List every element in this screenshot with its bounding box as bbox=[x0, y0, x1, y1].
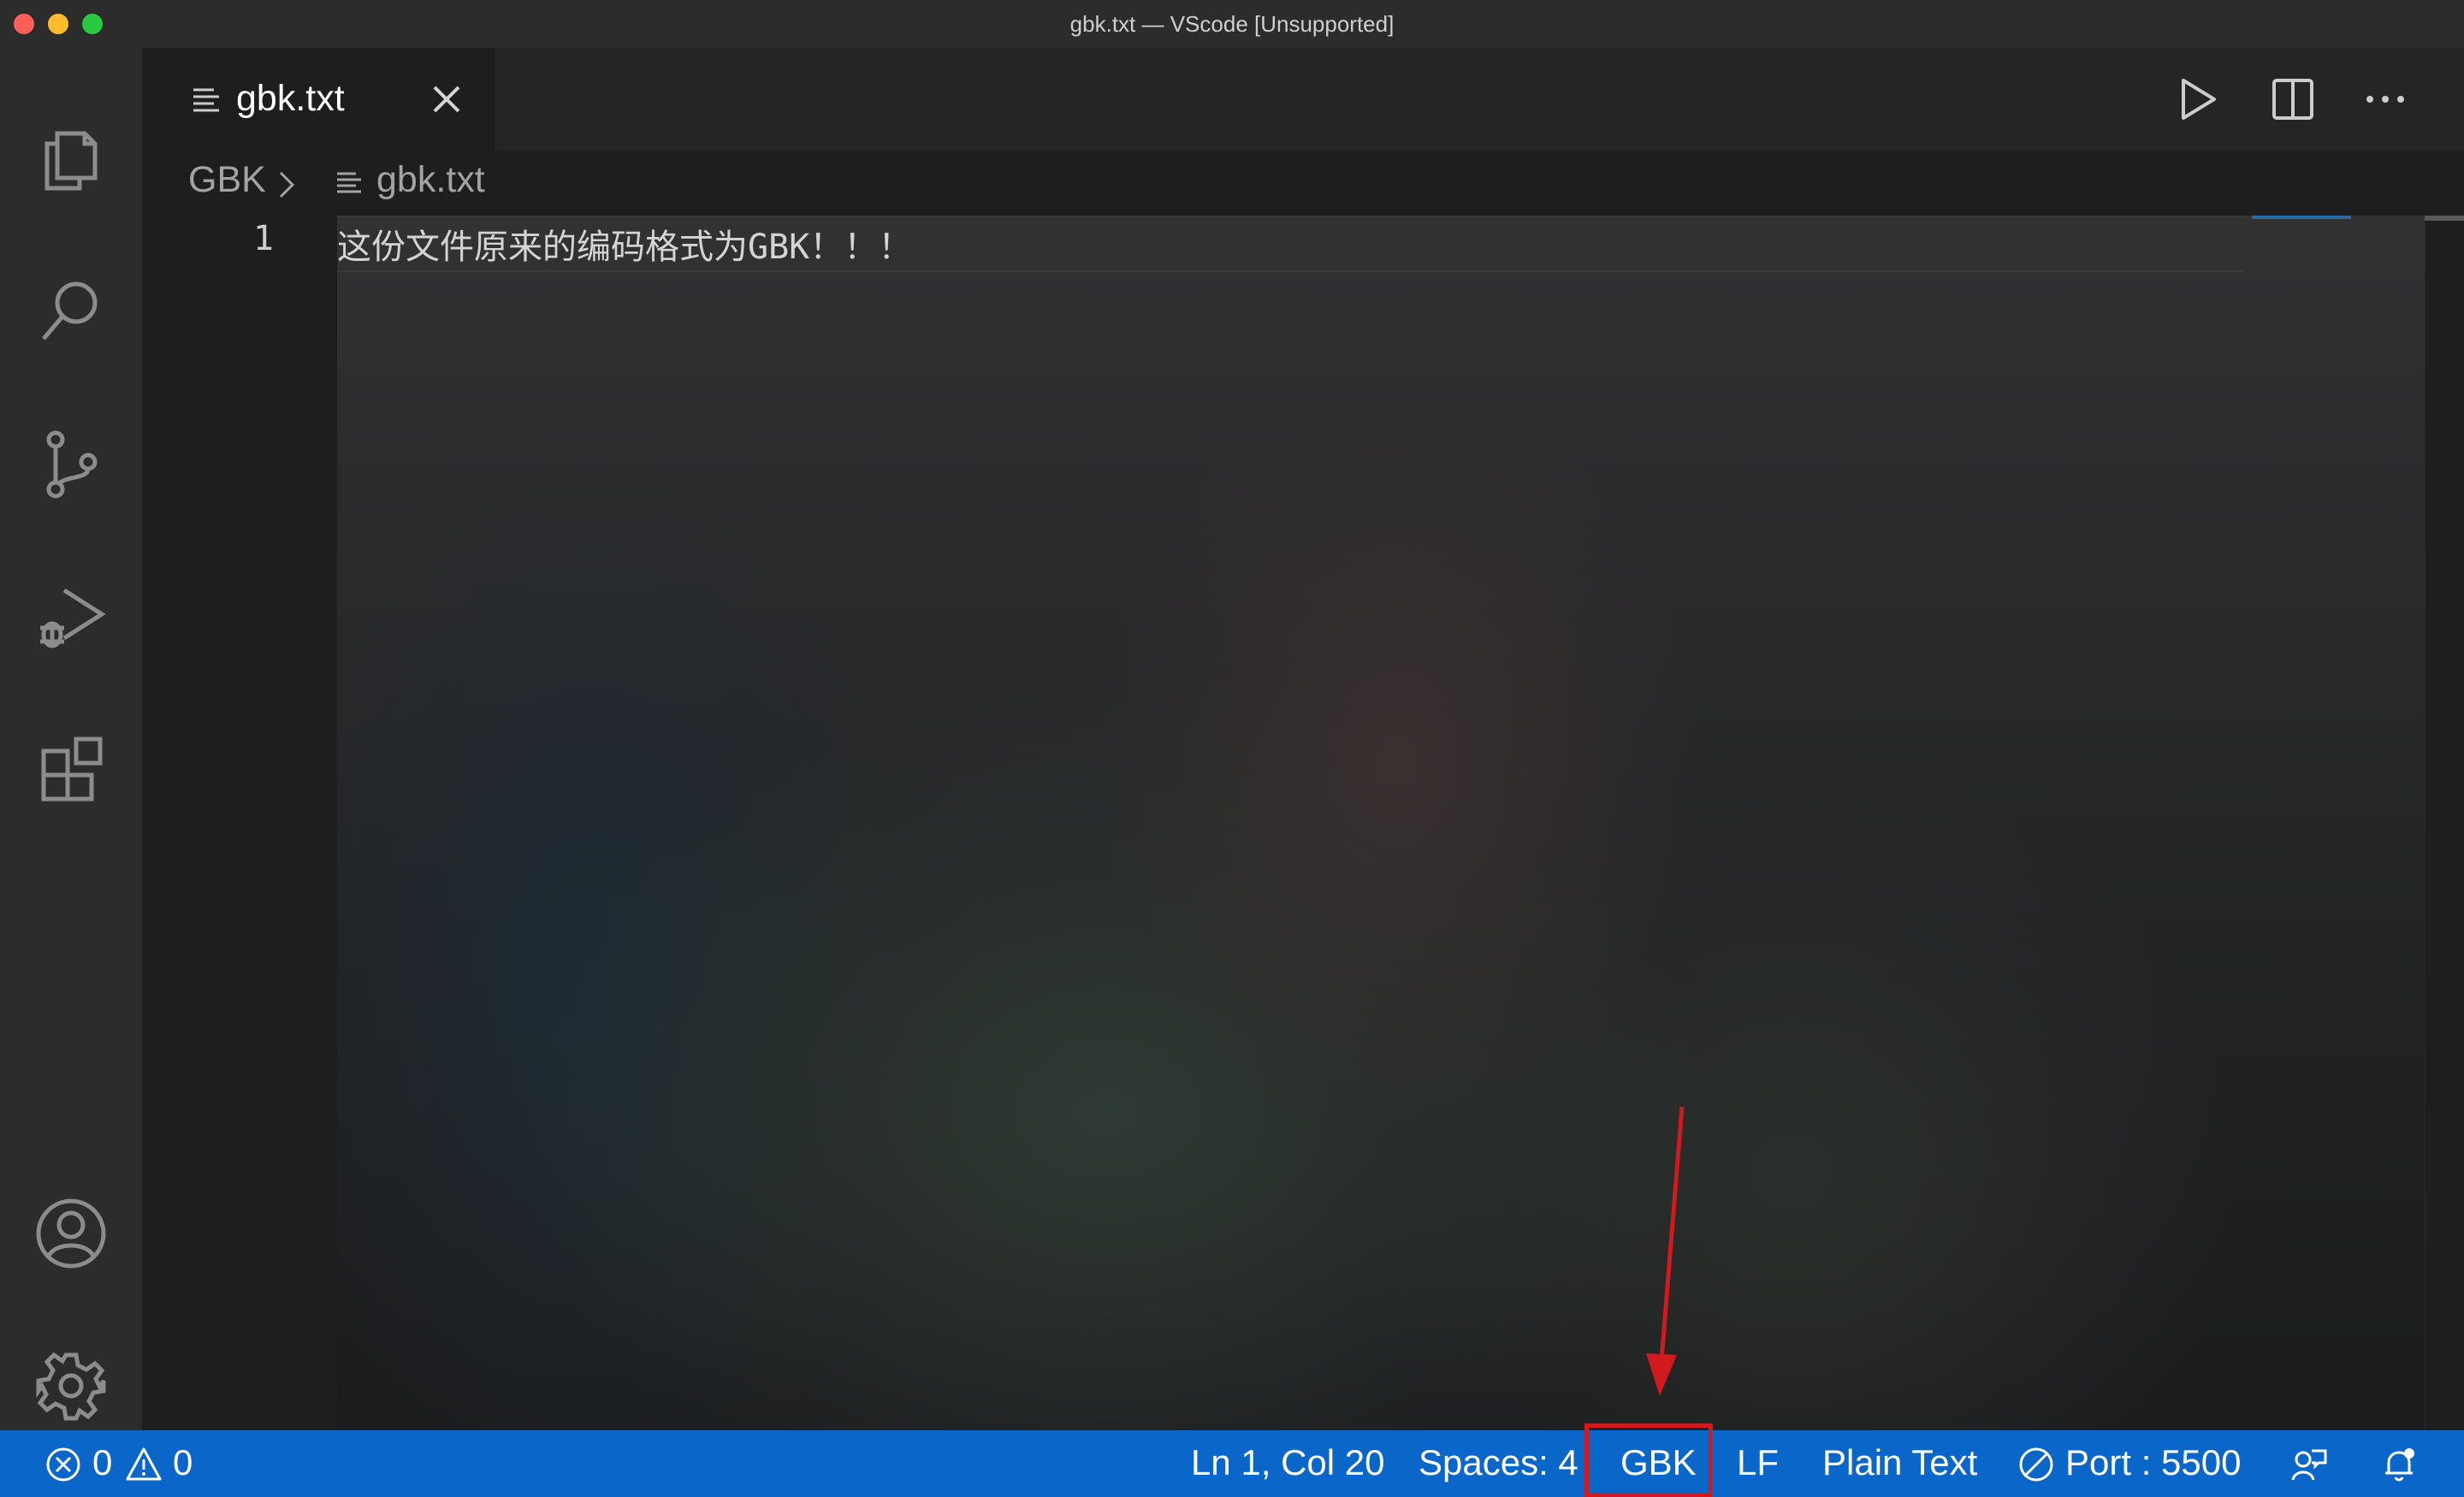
settings-gear-icon[interactable] bbox=[32, 1346, 110, 1425]
search-icon[interactable] bbox=[32, 270, 110, 349]
status-bar: 0 0 Ln 1, Col 20 Spaces: 4 GBK LF Plain … bbox=[0, 1430, 2464, 1497]
language-mode-selector[interactable]: Plain Text bbox=[1822, 1442, 1977, 1483]
indentation-setting[interactable]: Spaces: 4 bbox=[1419, 1442, 1578, 1483]
warning-icon[interactable] bbox=[125, 1446, 163, 1483]
scrollbar-thumb[interactable] bbox=[2425, 216, 2464, 221]
explorer-icon[interactable] bbox=[32, 118, 110, 197]
text-file-icon bbox=[337, 172, 361, 193]
annotation-arrow-icon bbox=[1646, 1106, 1685, 1396]
window-title: gbk.txt — VScode [Unsupported] bbox=[1069, 11, 1395, 37]
live-server-port[interactable]: Port : 5500 bbox=[2065, 1442, 2241, 1483]
error-icon[interactable] bbox=[44, 1446, 82, 1483]
live-server-icon[interactable] bbox=[2017, 1446, 2055, 1483]
breadcrumb-folder[interactable]: GBK bbox=[188, 159, 266, 201]
end-of-line-selector[interactable]: LF bbox=[1737, 1442, 1779, 1483]
source-control-icon[interactable] bbox=[32, 424, 110, 503]
error-count[interactable]: 0 bbox=[92, 1442, 112, 1483]
chevron-right-icon bbox=[279, 171, 295, 198]
line-number: 1 bbox=[252, 219, 274, 258]
editor-background-image[interactable] bbox=[337, 216, 2425, 1430]
breadcrumb: GBK gbk.txt bbox=[142, 151, 2464, 216]
activity-bar bbox=[0, 48, 142, 1430]
run-debug-icon[interactable] bbox=[32, 578, 110, 657]
tab-label: gbk.txt bbox=[236, 78, 345, 119]
extensions-icon[interactable] bbox=[32, 732, 110, 811]
more-actions-icon[interactable] bbox=[2360, 74, 2411, 125]
encoding-highlight-box bbox=[1584, 1423, 1713, 1497]
run-icon[interactable] bbox=[2171, 74, 2223, 125]
vertical-scrollbar[interactable] bbox=[2425, 216, 2464, 1430]
close-icon[interactable] bbox=[428, 80, 465, 118]
code-line-1[interactable]: 这份文件原来的编码格式为GBK！！！ bbox=[337, 219, 912, 269]
warning-count[interactable]: 0 bbox=[173, 1442, 192, 1483]
split-editor-icon[interactable] bbox=[2267, 74, 2319, 125]
minimap-indicator bbox=[2252, 216, 2351, 219]
breadcrumb-file[interactable]: gbk.txt bbox=[376, 159, 485, 201]
feedback-icon[interactable] bbox=[2289, 1446, 2327, 1483]
vscode-window: gbk.txt — VScode [Unsupported] gbk.txt G… bbox=[0, 0, 2464, 1497]
notifications-bell-icon[interactable] bbox=[2380, 1446, 2418, 1483]
cursor-position[interactable]: Ln 1, Col 20 bbox=[1191, 1442, 1385, 1483]
line-number-gutter: 1 bbox=[142, 216, 337, 1430]
title-bar: gbk.txt — VScode [Unsupported] bbox=[0, 0, 2464, 49]
account-icon[interactable] bbox=[32, 1194, 110, 1273]
editor-tabs-bar: gbk.txt bbox=[142, 48, 2464, 151]
text-file-icon bbox=[193, 88, 219, 112]
tab-gbk-txt[interactable]: gbk.txt bbox=[142, 48, 495, 151]
